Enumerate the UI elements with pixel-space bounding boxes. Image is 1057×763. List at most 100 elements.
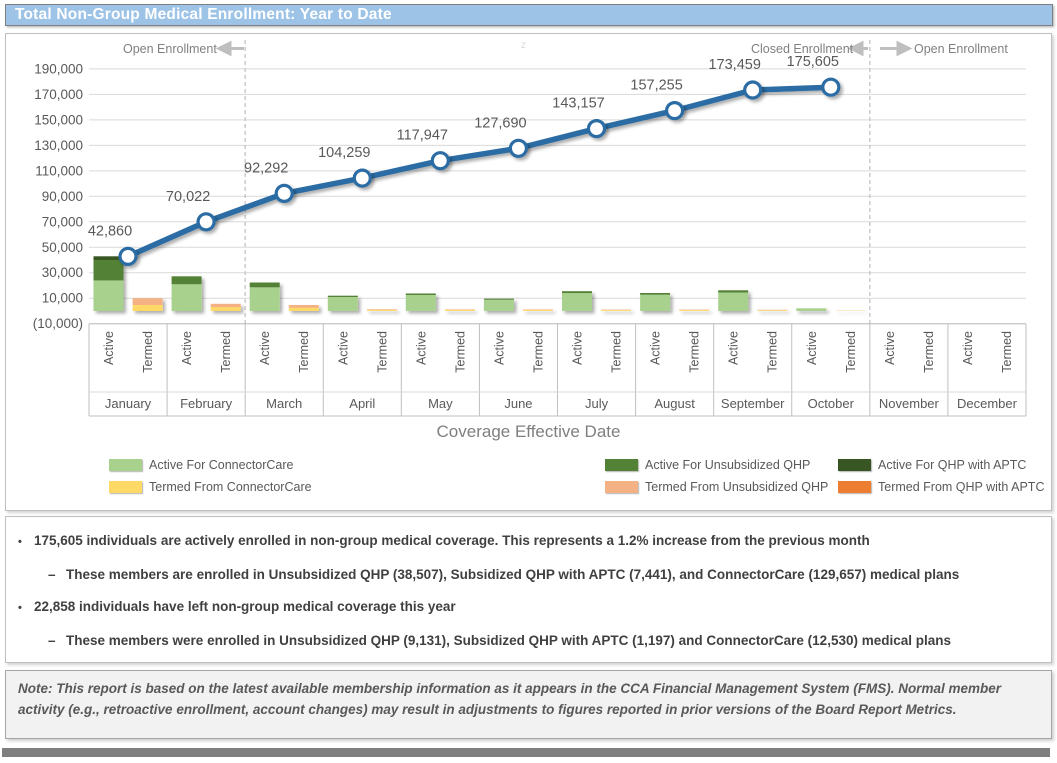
annotation-open-enrollment-left: Open Enrollment — [123, 42, 217, 56]
svg-text:August: August — [654, 396, 695, 411]
svg-text:November: November — [879, 396, 940, 411]
svg-text:September: September — [721, 396, 785, 411]
legend-item-active-for-connectorcare: Active For ConnectorCare — [109, 458, 294, 472]
svg-text:January: January — [105, 396, 152, 411]
svg-text:Termed: Termed — [297, 331, 311, 373]
bar-active-september — [718, 290, 748, 292]
svg-text:173,459: 173,459 — [708, 57, 760, 73]
legend-label: Termed From QHP with APTC — [878, 480, 1044, 494]
bar-termed-august — [679, 310, 709, 311]
svg-text:Active: Active — [883, 331, 897, 365]
svg-text:Termed: Termed — [219, 331, 233, 373]
svg-text:Termed: Termed — [375, 331, 389, 373]
annotation-closed-enrollment: Closed Enrollment — [751, 42, 853, 56]
svg-text:February: February — [180, 396, 233, 411]
svg-text:Active: Active — [571, 331, 585, 365]
svg-text:Active: Active — [727, 331, 741, 365]
sub-bullet-item: –These members were enrolled in Unsubsid… — [6, 632, 1051, 649]
bar-active-february — [172, 276, 202, 284]
bar-active-february — [172, 284, 202, 311]
svg-text:Active: Active — [180, 331, 194, 365]
bar-termed-july — [601, 310, 631, 311]
bullet-marker: • — [18, 598, 34, 617]
bar-termed-march — [289, 308, 319, 311]
bar-active-august — [640, 295, 670, 311]
bar-active-march — [250, 287, 280, 311]
svg-text:Active: Active — [102, 331, 116, 365]
svg-text:Active: Active — [258, 331, 272, 365]
svg-text:Termed: Termed — [688, 331, 702, 373]
point-labels: 42,86070,02292,292104,259117,947127,6901… — [88, 54, 839, 239]
svg-text:92,292: 92,292 — [244, 160, 288, 176]
legend-item-termed-from-qhp-with-aptc: Termed From QHP with APTC — [838, 480, 1044, 494]
svg-text:42,860: 42,860 — [88, 223, 132, 239]
svg-text:March: March — [266, 396, 302, 411]
svg-text:July: July — [585, 396, 609, 411]
legend-item-termed-from-unsubsidized-qhp: Termed From Unsubsidized QHP — [605, 480, 828, 494]
bar-active-july — [562, 293, 592, 311]
bar-active-may — [406, 295, 436, 311]
right-arrow-icon — [880, 43, 909, 54]
svg-text:(10,000): (10,000) — [33, 316, 83, 331]
svg-text:175,605: 175,605 — [787, 54, 839, 70]
svg-text:157,255: 157,255 — [630, 78, 682, 94]
legend-swatch — [838, 481, 871, 493]
svg-text:127,690: 127,690 — [474, 115, 526, 131]
svg-text:Active: Active — [649, 331, 663, 365]
category-labels: Active Termed January Active Termed February A… — [102, 331, 1018, 411]
legend-swatch — [605, 481, 638, 493]
bar-active-april — [328, 297, 358, 311]
svg-text:Active: Active — [492, 331, 506, 365]
bar-active-october — [796, 308, 826, 311]
bar-termed-march — [289, 305, 319, 308]
legend-swatch — [109, 459, 142, 471]
svg-text:Termed: Termed — [610, 331, 624, 373]
bullet-text: These members are enrolled in Unsubsidiz… — [66, 566, 959, 583]
bullet-marker: – — [48, 632, 66, 649]
svg-text:30,000: 30,000 — [42, 265, 83, 280]
annotation-open-enrollment-right: Open Enrollment — [914, 42, 1008, 56]
svg-text:Termed: Termed — [1000, 331, 1014, 373]
bar-termed-april — [367, 310, 397, 311]
svg-text:Active: Active — [414, 331, 428, 365]
svg-text:October: October — [808, 396, 855, 411]
bullet-marker: • — [18, 532, 34, 551]
svg-text:Termed: Termed — [531, 331, 545, 373]
svg-text:May: May — [428, 396, 453, 411]
legend-item-termed-from-connectorcare: Termed From ConnectorCare — [109, 480, 312, 494]
svg-text:Termed: Termed — [922, 331, 936, 373]
bar-active-september — [718, 293, 748, 312]
report-title: Total Non-Group Medical Enrollment: Year… — [5, 4, 1053, 26]
bar-termed-january — [133, 305, 163, 311]
legend-label: Active For QHP with APTC — [878, 458, 1026, 472]
bullet-text: These members were enrolled in Unsubsidi… — [66, 632, 951, 649]
bar-active-january — [94, 280, 124, 311]
legend-item-active-for-qhp-with-aptc: Active For QHP with APTC — [838, 458, 1026, 472]
bar-termed-february — [211, 304, 241, 307]
svg-text:90,000: 90,000 — [42, 189, 83, 204]
svg-text:130,000: 130,000 — [34, 138, 83, 153]
legend-label: Active For Unsubsidized QHP — [645, 458, 810, 472]
svg-text:50,000: 50,000 — [42, 240, 83, 255]
bar-active-june — [484, 299, 514, 300]
svg-text:Active: Active — [336, 331, 350, 365]
footer-divider — [2, 748, 1050, 757]
bullet-text: 175,605 individuals are actively enrolle… — [34, 532, 870, 551]
bar-active-july — [562, 291, 592, 293]
bar-termed-september — [757, 310, 787, 311]
svg-text:143,157: 143,157 — [552, 96, 604, 112]
bullet-item: •22,858 individuals have left non-group … — [6, 598, 1051, 617]
legend-label: Active For ConnectorCare — [149, 458, 294, 472]
svg-text:117,947: 117,947 — [397, 128, 448, 144]
svg-text:70,000: 70,000 — [42, 214, 83, 229]
svg-text:Active: Active — [961, 331, 975, 365]
legend-swatch — [838, 459, 871, 471]
bar-active-june — [484, 300, 514, 311]
bullet-text: 22,858 individuals have left non-group m… — [34, 598, 456, 617]
svg-text:170,000: 170,000 — [34, 87, 83, 102]
bar-termed-may — [445, 309, 475, 310]
bar-termed-february — [211, 307, 241, 311]
closed-left-arrow-icon — [851, 43, 868, 54]
svg-text:Termed: Termed — [453, 331, 467, 373]
bar-termed-june — [523, 310, 553, 311]
